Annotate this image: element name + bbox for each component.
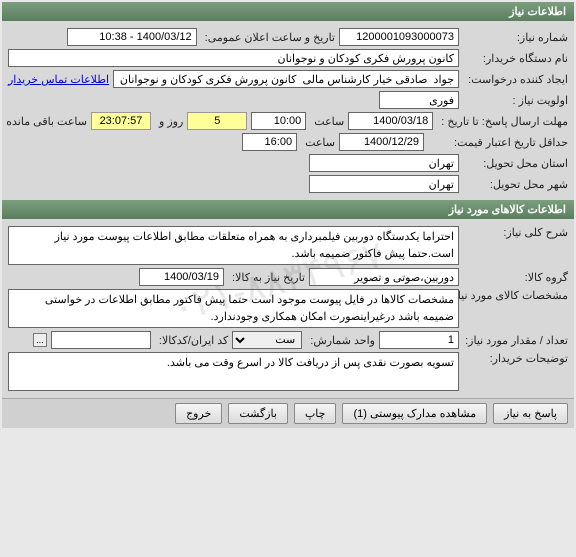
- delivery-province-label: استان محل تحویل:: [463, 157, 568, 170]
- section-info-body: شماره نیاز: تاریخ و ساعت اعلان عمومی: نا…: [2, 21, 574, 200]
- min-validity-label: حداقل تاریخ اعتبار قیمت:: [463, 136, 568, 149]
- reply-date-field: [348, 112, 433, 130]
- need-to-date-label: تاریخ نیاز به کالا:: [228, 271, 305, 284]
- buyer-notes-label: توضیحات خریدار:: [463, 352, 568, 365]
- days-label: روز و: [155, 115, 183, 128]
- org-field: [8, 49, 459, 67]
- section-goods-body: شرح کلی نیاز: احتراما یکدستگاه دوربین فی…: [2, 219, 574, 398]
- spec-label: مشخصات کالای مورد نیاز:: [463, 289, 568, 302]
- public-dt-label: تاریخ و ساعت اعلان عمومی:: [201, 31, 335, 44]
- buyer-notes-field: تسویه بصورت نقدی پس از دریافت کالا در اس…: [8, 352, 459, 391]
- days-remaining-box: 5: [187, 112, 247, 130]
- unit-select[interactable]: ست: [232, 331, 302, 349]
- creator-label: ایجاد کننده درخواست:: [463, 73, 568, 86]
- button-bar: پاسخ به نیاز مشاهده مدارک پیوستی (1) چاپ…: [2, 398, 574, 428]
- back-button[interactable]: بازگشت: [228, 403, 288, 424]
- general-desc-field: احتراما یکدستگاه دوربین فیلمبرداری به هم…: [8, 226, 459, 265]
- need-to-date-field: [139, 268, 224, 286]
- priority-field: [379, 91, 459, 109]
- min-validity-time-label: ساعت: [301, 136, 335, 149]
- reply-deadline-label: مهلت ارسال پاسخ: تا تاریخ :: [437, 115, 568, 128]
- org-label: نام دستگاه خریدار:: [463, 52, 568, 65]
- reply-time-field: [251, 112, 306, 130]
- priority-label: اولویت نیاز :: [463, 94, 568, 107]
- iran-code-label: کد ایران/کدکالا:: [155, 334, 228, 347]
- countdown-box: 23:07:57: [91, 112, 151, 130]
- qty-label: تعداد / مقدار مورد نیاز:: [463, 334, 568, 347]
- qty-field: [379, 331, 459, 349]
- contact-buyer-link[interactable]: اطلاعات تماس خریدار: [8, 73, 109, 86]
- remaining-label: ساعت باقی مانده: [2, 115, 87, 128]
- attachments-button[interactable]: مشاهده مدارک پیوستی (1): [342, 403, 487, 424]
- spec-field: مشخصات کالاها در فایل پیوست موجود است حت…: [8, 289, 459, 328]
- iran-code-field[interactable]: [51, 331, 151, 349]
- delivery-city-label: شهر محل تحویل:: [463, 178, 568, 191]
- public-dt-field: [67, 28, 197, 46]
- need-no-field: [339, 28, 459, 46]
- exit-button[interactable]: خروج: [175, 403, 222, 424]
- reply-time-label: ساعت: [310, 115, 344, 128]
- need-no-label: شماره نیاز:: [463, 31, 568, 44]
- delivery-province-field: [309, 154, 459, 172]
- section-info-header: اطلاعات نیاز: [2, 2, 574, 21]
- unit-label: واحد شمارش:: [306, 334, 375, 347]
- lookup-icon[interactable]: ...: [33, 333, 47, 347]
- min-validity-time-field: [242, 133, 297, 151]
- section-goods-header: اطلاعات کالاهای مورد نیاز: [2, 200, 574, 219]
- group-field: [309, 268, 459, 286]
- delivery-city-field: [309, 175, 459, 193]
- creator-field: [113, 70, 459, 88]
- print-button[interactable]: چاپ: [294, 403, 337, 424]
- group-label: گروه کالا:: [463, 271, 568, 284]
- min-validity-date-field: [339, 133, 424, 151]
- general-desc-label: شرح کلی نیاز:: [463, 226, 568, 239]
- respond-button[interactable]: پاسخ به نیاز: [493, 403, 568, 424]
